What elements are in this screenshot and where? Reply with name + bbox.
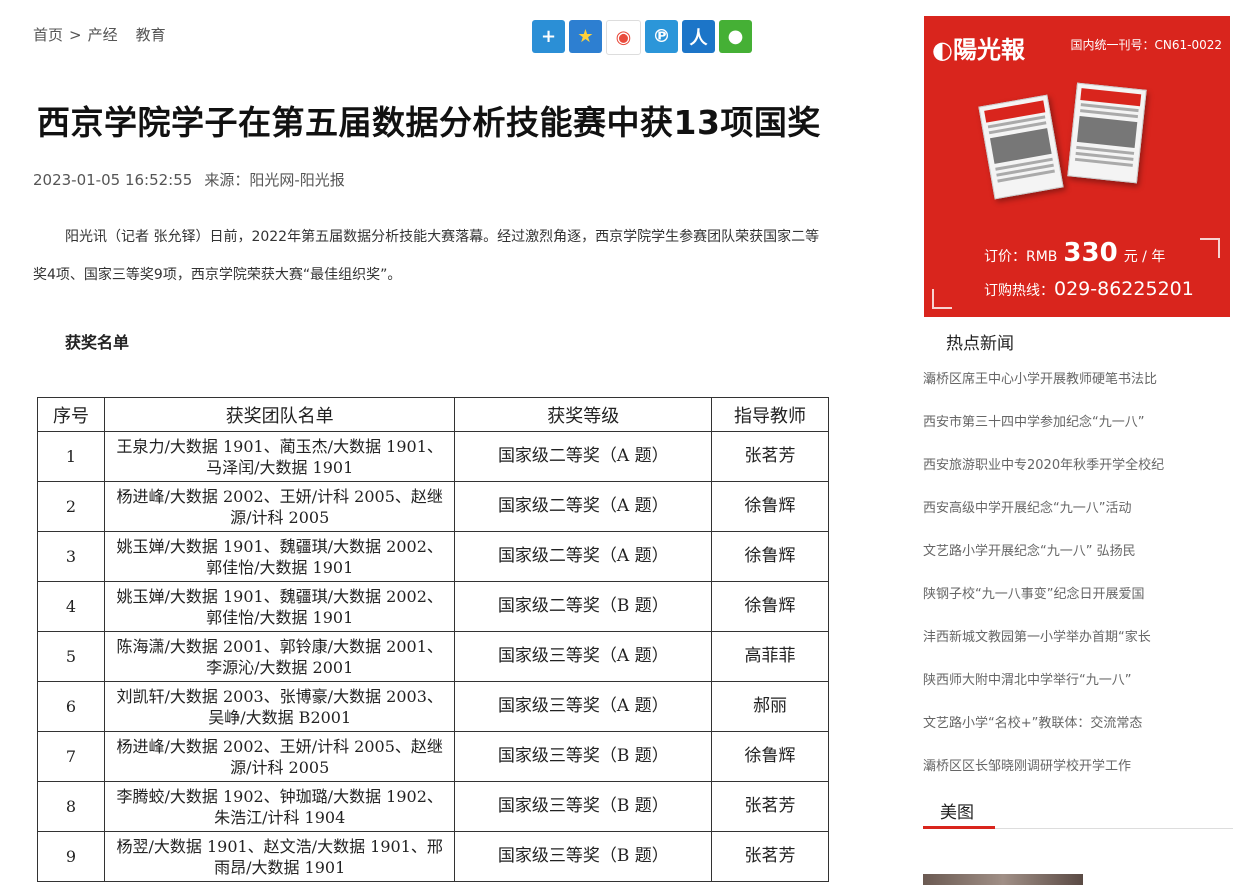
hot-news-link[interactable]: 文艺路小学开展纪念“九一八” 弘扬民 xyxy=(923,542,1164,585)
row-level: 国家级三等奖（B 题） xyxy=(454,831,713,882)
newspaper-image xyxy=(978,94,1064,200)
article-subheading: 获奖名单 xyxy=(65,333,130,352)
article-datetime: 2023-01-05 16:52:55 xyxy=(33,171,193,189)
table-header: 获奖团队名单 xyxy=(103,397,456,432)
wechat-icon[interactable]: ● xyxy=(719,20,752,53)
table-header: 序号 xyxy=(37,397,105,432)
table-header-row: 序号 获奖团队名单 获奖等级 指导教师 xyxy=(37,397,829,432)
row-level: 国家级二等奖（A 题） xyxy=(454,531,713,582)
row-team: 杨进峰/大数据 2002、王妍/计科 2005、赵继源/计科 2005 xyxy=(103,731,456,782)
photos-title[interactable]: 美图 xyxy=(940,798,974,823)
row-team: 刘凯轩/大数据 2003、张博豪/大数据 2003、吴峥/大数据 B2001 xyxy=(103,681,456,732)
hot-news-link[interactable]: 陕钢子校“九一八事变”纪念日开展爱国 xyxy=(923,585,1164,628)
breadcrumb-subsection-link[interactable]: 教育 xyxy=(136,26,166,44)
plus-icon[interactable]: + xyxy=(532,20,565,53)
table-row: 8 李腾蛟/大数据 1902、钟珈璐/大数据 1902、朱浩江/计科 1904 国家… xyxy=(37,781,829,832)
row-level: 国家级二等奖（B 题） xyxy=(454,581,713,632)
hotline-number: 029-86225201 xyxy=(1054,278,1194,300)
row-number: 4 xyxy=(37,581,105,632)
row-team: 李腾蛟/大数据 1902、钟珈璐/大数据 1902、朱浩江/计科 1904 xyxy=(103,781,456,832)
row-team: 杨进峰/大数据 2002、王妍/计科 2005、赵继源/计科 2005 xyxy=(103,481,456,532)
newspaper-subscription-ad[interactable]: ◐陽光報 国内统一刊号：CN61-0022 订价：RMB 330 元 / 年 订购热… xyxy=(924,16,1230,317)
row-level: 国家级三等奖（A 题） xyxy=(454,681,713,732)
hot-news-link[interactable]: 文艺路小学“名校+”教联体：交流常态 xyxy=(923,714,1164,757)
table-row: 5 陈海潇/大数据 2001、郭铃康/大数据 2001、李源沁/大数据 2001 国… xyxy=(37,631,829,682)
row-level: 国家级三等奖（B 题） xyxy=(454,731,713,782)
corner-decoration xyxy=(1200,238,1220,258)
tencent-weibo-icon[interactable]: ℗ xyxy=(645,20,678,53)
award-table: 序号 获奖团队名单 获奖等级 指导教师 1 王泉力/大数据 1901、蔺玉杰/大数… xyxy=(37,397,829,882)
row-level: 国家级二等奖（A 题） xyxy=(454,431,713,482)
table-row: 6 刘凯轩/大数据 2003、张博豪/大数据 2003、吴峥/大数据 B2001 国… xyxy=(37,681,829,732)
row-teacher: 张茗芳 xyxy=(711,431,829,482)
row-teacher: 张茗芳 xyxy=(711,781,829,832)
row-teacher: 徐鲁辉 xyxy=(711,481,829,532)
row-teacher: 张茗芳 xyxy=(711,831,829,882)
subscription-hotline: 订购热线：029-86225201 xyxy=(984,278,1194,300)
hot-news-link[interactable]: 灞桥区区长邹晓刚调研学校开学工作 xyxy=(923,757,1164,800)
row-teacher: 徐鲁辉 xyxy=(711,731,829,782)
row-number: 3 xyxy=(37,531,105,582)
row-teacher: 郝丽 xyxy=(711,681,829,732)
row-team: 姚玉婵/大数据 1901、魏疆琪/大数据 2002、郭佳怡/大数据 1901 xyxy=(103,531,456,582)
row-team: 杨翌/大数据 1901、赵文浩/大数据 1901、邢雨昂/大数据 1901 xyxy=(103,831,456,882)
table-row: 7 杨进峰/大数据 2002、王妍/计科 2005、赵继源/计科 2005 国家级三… xyxy=(37,731,829,782)
row-number: 7 xyxy=(37,731,105,782)
issn-label: 国内统一刊号：CN61-0022 xyxy=(1070,38,1223,52)
share-toolbar: + ★ ◉ ℗ 人 ● xyxy=(532,20,752,55)
row-number: 1 xyxy=(37,431,105,482)
breadcrumb: 首页 > 产经 教育 xyxy=(33,24,166,45)
corner-decoration xyxy=(932,289,952,309)
row-number: 9 xyxy=(37,831,105,882)
photos-section-header: 美图 xyxy=(923,796,1233,829)
breadcrumb-separator: > xyxy=(69,26,82,44)
price-suffix: 元 / 年 xyxy=(1123,249,1166,265)
row-teacher: 高菲菲 xyxy=(711,631,829,682)
row-number: 6 xyxy=(37,681,105,732)
table-header: 指导教师 xyxy=(711,397,829,432)
newspaper-logo: ◐陽光報 xyxy=(932,35,1025,64)
article-title: 西京学院学子在第五届数据分析技能赛中获13项国奖 xyxy=(37,103,821,142)
hot-news-link[interactable]: 陕西师大附中渭北中学举行“九一八” xyxy=(923,671,1164,714)
photo-thumbnail[interactable] xyxy=(923,874,1083,885)
table-row: 3 姚玉婵/大数据 1901、魏疆琪/大数据 2002、郭佳怡/大数据 1901 国… xyxy=(37,531,829,582)
article-lead: 阳光讯（记者 张允铎）日前，2022年第五届数据分析技能大赛落幕。经过激烈角逐，… xyxy=(33,229,820,283)
subscription-price: 订价：RMB 330 元 / 年 xyxy=(984,238,1165,268)
row-number: 5 xyxy=(37,631,105,682)
row-team: 王泉力/大数据 1901、蔺玉杰/大数据 1901、马泽闰/大数据 1901 xyxy=(103,431,456,482)
row-level: 国家级三等奖（B 题） xyxy=(454,781,713,832)
qzone-star-icon[interactable]: ★ xyxy=(569,20,602,53)
hot-news-title: 热点新闻 xyxy=(946,334,1014,354)
table-row: 9 杨翌/大数据 1901、赵文浩/大数据 1901、邢雨昂/大数据 1901 国家… xyxy=(37,831,829,882)
row-level: 国家级三等奖（A 题） xyxy=(454,631,713,682)
article-source: 来源：阳光网-阳光报 xyxy=(204,171,345,189)
hot-news-link[interactable]: 西安高级中学开展纪念“九一八”活动 xyxy=(923,499,1164,542)
newspaper-image xyxy=(1067,82,1147,184)
table-row: 1 王泉力/大数据 1901、蔺玉杰/大数据 1901、马泽闰/大数据 1901 国… xyxy=(37,431,829,482)
weibo-icon[interactable]: ◉ xyxy=(606,20,641,55)
table-header: 获奖等级 xyxy=(454,397,713,432)
row-number: 2 xyxy=(37,481,105,532)
active-tab-underline xyxy=(923,826,995,829)
row-teacher: 徐鲁辉 xyxy=(711,581,829,632)
hot-news-link[interactable]: 西安市第三十四中学参加纪念“九一八” xyxy=(923,413,1164,456)
row-number: 8 xyxy=(37,781,105,832)
hot-news-link[interactable]: 灞桥区席王中心小学开展教师硬笔书法比 xyxy=(923,370,1164,413)
hot-news-link[interactable]: 沣西新城文教园第一小学举办首期“家长 xyxy=(923,628,1164,671)
breadcrumb-section-link[interactable]: 产经 xyxy=(88,26,118,44)
row-teacher: 徐鲁辉 xyxy=(711,531,829,582)
price-prefix: 订价：RMB xyxy=(984,249,1058,265)
row-team: 姚玉婵/大数据 1901、魏疆琪/大数据 2002、郭佳怡/大数据 1901 xyxy=(103,581,456,632)
hot-news-link[interactable]: 西安旅游职业中专2020年秋季开学全校纪 xyxy=(923,456,1164,499)
breadcrumb-home-link[interactable]: 首页 xyxy=(33,26,63,44)
table-row: 2 杨进峰/大数据 2002、王妍/计科 2005、赵继源/计科 2005 国家级二… xyxy=(37,481,829,532)
renren-icon[interactable]: 人 xyxy=(682,20,715,53)
hotline-label: 订购热线： xyxy=(984,283,1054,299)
table-row: 4 姚玉婵/大数据 1901、魏疆琪/大数据 2002、郭佳怡/大数据 1901 国… xyxy=(37,581,829,632)
row-team: 陈海潇/大数据 2001、郭铃康/大数据 2001、李源沁/大数据 2001 xyxy=(103,631,456,682)
article-meta: 2023-01-05 16:52:55 来源：阳光网-阳光报 xyxy=(33,169,345,190)
price-value: 330 xyxy=(1063,238,1118,268)
hot-news-list: 灞桥区席王中心小学开展教师硬笔书法比 西安市第三十四中学参加纪念“九一八” 西安… xyxy=(923,370,1164,800)
row-level: 国家级二等奖（A 题） xyxy=(454,481,713,532)
